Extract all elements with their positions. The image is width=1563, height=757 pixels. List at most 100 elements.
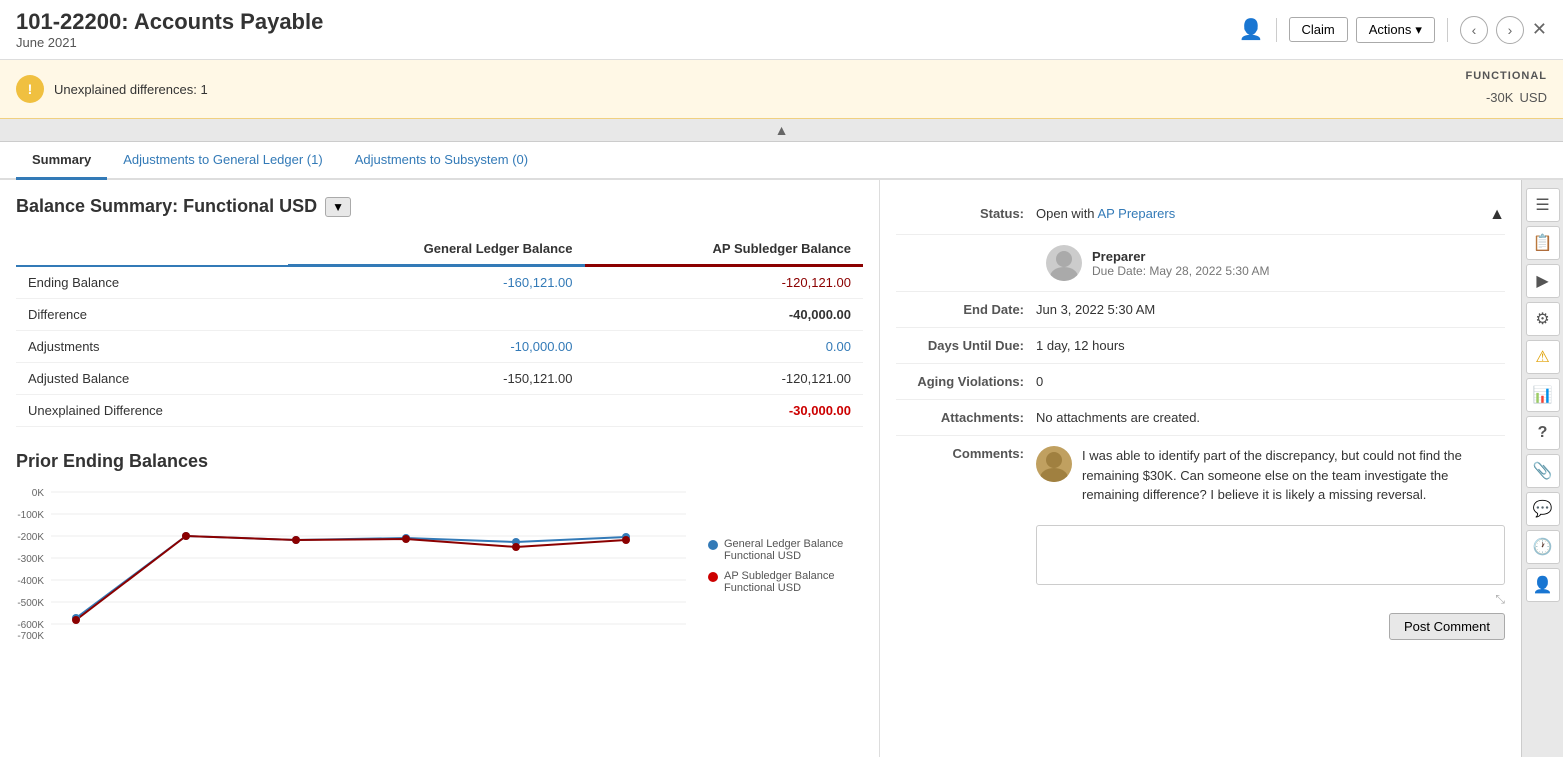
row-gl-value — [288, 395, 584, 427]
person-icon[interactable]: 👤 — [1239, 17, 1264, 42]
legend-label-gl: General Ledger Balance Functional USD — [724, 538, 863, 562]
collapse-arrow-icon: ▲ — [775, 122, 789, 138]
right-panel: Status: Open with AP Preparers ▲ Prepare… — [880, 180, 1521, 757]
preparer-avatar — [1046, 245, 1082, 281]
separator-2 — [1447, 18, 1448, 42]
aging-violations-label: Aging Violations: — [896, 374, 1036, 389]
svg-text:-600K: -600K — [17, 620, 44, 631]
actions-button[interactable]: Actions ▾ — [1356, 17, 1435, 43]
tab-summary[interactable]: Summary — [16, 142, 107, 180]
row-ap-value: 0.00 — [585, 331, 863, 363]
tab-adj-gl[interactable]: Adjustments to General Ledger (1) — [107, 142, 338, 180]
nav-next-button[interactable]: › — [1496, 16, 1524, 44]
end-date-value: Jun 3, 2022 5:30 AM — [1036, 302, 1505, 317]
warning-left: ! Unexplained differences: 1 — [16, 75, 208, 103]
svg-text:-700K: -700K — [17, 631, 44, 642]
row-gl-value — [288, 299, 584, 331]
attachments-row: Attachments: No attachments are created. — [896, 400, 1505, 436]
col-gl-header: General Ledger Balance — [288, 233, 584, 266]
table-row: Adjusted Balance-150,121.00-120,121.00 — [16, 363, 863, 395]
comments-label: Comments: — [896, 446, 1036, 461]
legend-item-gl: General Ledger Balance Functional USD — [708, 538, 863, 562]
chevron-left-icon: ‹ — [1472, 22, 1477, 38]
comment-body: I was able to identify part of the discr… — [1082, 446, 1505, 505]
list-icon-button[interactable]: ☰ — [1526, 188, 1560, 222]
table-row: Adjustments-10,000.000.00 — [16, 331, 863, 363]
warning-icon: ! — [16, 75, 44, 103]
claim-button[interactable]: Claim — [1289, 17, 1348, 42]
comment-input-wrapper: ⤡ Post Comment — [1036, 517, 1505, 607]
users-settings-icon-button[interactable]: ⚙ — [1526, 302, 1560, 336]
comment-input[interactable] — [1036, 525, 1505, 585]
end-date-row: End Date: Jun 3, 2022 5:30 AM — [896, 292, 1505, 328]
row-label: Unexplained Difference — [16, 395, 288, 427]
history-icon-button[interactable]: 🕐 — [1526, 530, 1560, 564]
balance-dropdown-button[interactable]: ▼ — [325, 197, 351, 217]
chart-area: 0K -100K -200K -300K -400K -500K -600K -… — [16, 484, 863, 647]
preparer-row: Preparer Due Date: May 28, 2022 5:30 AM — [896, 235, 1505, 292]
functional-currency: USD — [1520, 90, 1547, 105]
chevron-right-icon: › — [1508, 22, 1513, 38]
warning-icon-button[interactable]: ⚠ — [1526, 340, 1560, 374]
legend-dot-ap — [708, 572, 718, 582]
status-value: Open with AP Preparers — [1036, 206, 1489, 221]
row-ap-value: -40,000.00 — [585, 299, 863, 331]
functional-value: -30K USD — [1466, 82, 1548, 108]
nav-prev-button[interactable]: ‹ — [1460, 16, 1488, 44]
help-icon-button[interactable]: ? — [1526, 416, 1560, 450]
status-row: Status: Open with AP Preparers ▲ — [896, 196, 1505, 235]
chart-svg: 0K -100K -200K -300K -400K -500K -600K -… — [16, 484, 696, 647]
warning-message: Unexplained differences: 1 — [54, 82, 208, 97]
attachments-value: No attachments are created. — [1036, 410, 1505, 425]
end-date-label: End Date: — [896, 302, 1036, 317]
svg-text:-200K: -200K — [17, 532, 44, 543]
collapse-handle[interactable]: ▲ — [0, 119, 1563, 142]
header-actions: 👤 Claim Actions ▾ ‹ › ✕ — [1239, 16, 1547, 44]
comments-content: I was able to identify part of the discr… — [1036, 446, 1505, 640]
separator-1 — [1276, 18, 1277, 42]
svg-text:-400K: -400K — [17, 576, 44, 587]
close-button[interactable]: ✕ — [1532, 19, 1547, 40]
legend-dot-gl — [708, 540, 718, 550]
aging-violations-value: 0 — [1036, 374, 1505, 389]
tab-adj-sub[interactable]: Adjustments to Subsystem (0) — [339, 142, 544, 180]
legend-item-ap: AP Subledger Balance Functional USD — [708, 570, 863, 594]
functional-label: FUNCTIONAL — [1466, 70, 1548, 82]
chart-legend: General Ledger Balance Functional USD AP… — [708, 484, 863, 647]
chat-icon-button[interactable]: 💬 — [1526, 492, 1560, 526]
post-comment-button[interactable]: Post Comment — [1389, 613, 1505, 640]
row-label: Ending Balance — [16, 266, 288, 299]
table-row: Unexplained Difference-30,000.00 — [16, 395, 863, 427]
table-row: Ending Balance-160,121.00-120,121.00 — [16, 266, 863, 299]
col-label-header — [16, 233, 288, 266]
days-until-due-value: 1 day, 12 hours — [1036, 338, 1505, 353]
person-settings-icon-button[interactable]: 👤 — [1526, 568, 1560, 602]
row-ap-value: -120,121.00 — [585, 266, 863, 299]
play-icon-button[interactable]: ▶ — [1526, 264, 1560, 298]
row-label: Difference — [16, 299, 288, 331]
actions-label: Actions — [1369, 22, 1412, 37]
preparer-due: Due Date: May 28, 2022 5:30 AM — [1092, 264, 1269, 278]
header-title-group: 101-22200: Accounts Payable June 2021 — [16, 9, 323, 50]
chart-title: Prior Ending Balances — [16, 451, 863, 472]
resize-icon: ⤡ — [1495, 592, 1505, 607]
days-until-due-label: Days Until Due: — [896, 338, 1036, 353]
period-label: June 2021 — [16, 35, 323, 50]
col-ap-header: AP Subledger Balance — [585, 233, 863, 266]
attachment-icon-button[interactable]: 📎 — [1526, 454, 1560, 488]
svg-text:-100K: -100K — [17, 510, 44, 521]
status-link[interactable]: AP Preparers — [1097, 206, 1175, 221]
days-until-due-row: Days Until Due: 1 day, 12 hours — [896, 328, 1505, 364]
row-label: Adjusted Balance — [16, 363, 288, 395]
data-icon-button[interactable]: 📊 — [1526, 378, 1560, 412]
preparer-info: Preparer Due Date: May 28, 2022 5:30 AM — [1092, 249, 1269, 278]
tab-bar: Summary Adjustments to General Ledger (1… — [0, 142, 1563, 180]
document-icon-button[interactable]: 📋 — [1526, 226, 1560, 260]
svg-text:0K: 0K — [32, 488, 45, 499]
svg-text:-300K: -300K — [17, 554, 44, 565]
row-gl-value: -160,121.00 — [288, 266, 584, 299]
collapse-status-icon[interactable]: ▲ — [1489, 206, 1505, 224]
svg-text:-500K: -500K — [17, 598, 44, 609]
comments-row: Comments: I was able to identify part of… — [896, 436, 1505, 650]
balance-summary-title: Balance Summary: Functional USD ▼ — [16, 196, 863, 217]
